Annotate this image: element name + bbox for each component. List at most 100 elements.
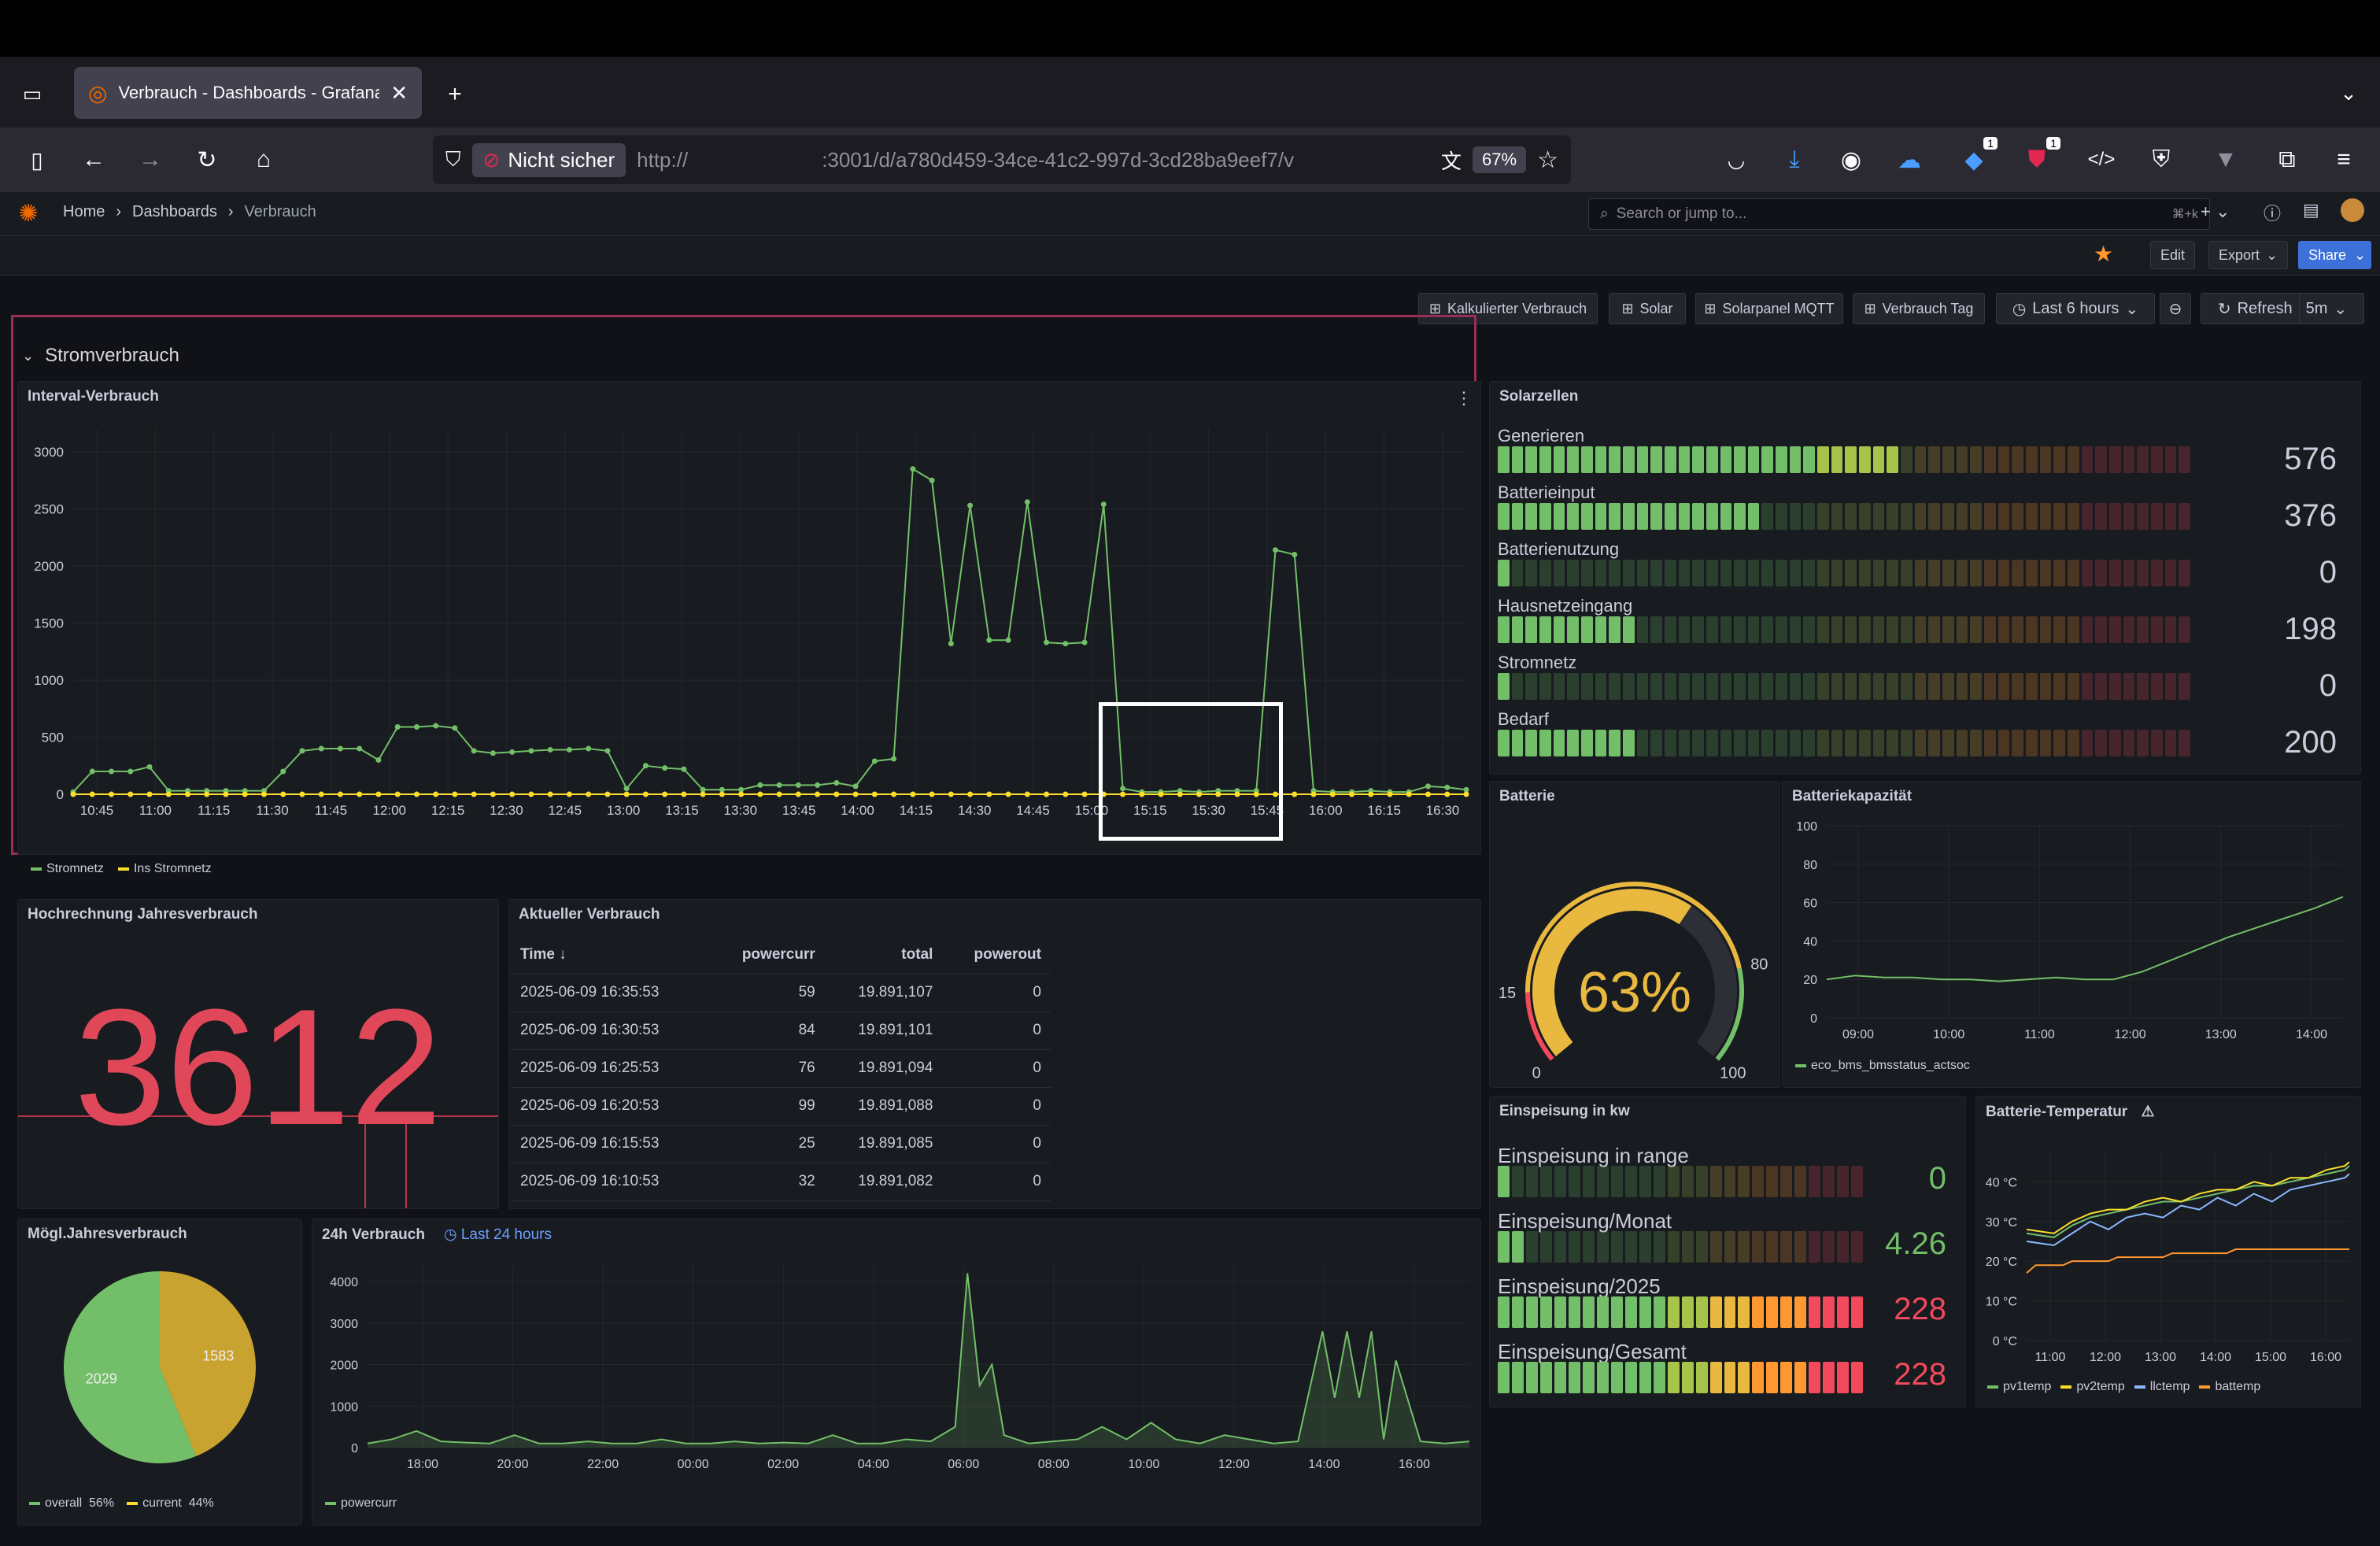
vue-devtools-icon[interactable]: ▼ xyxy=(2208,143,2243,176)
panel-menu-icon[interactable]: ⋮ xyxy=(1455,388,1473,409)
shield-icon[interactable]: ⛉ xyxy=(445,147,461,172)
extensions-puzzle-icon[interactable]: ⧉ xyxy=(2270,143,2304,176)
led-segment xyxy=(1724,1166,1736,1197)
table-row[interactable]: 2025-06-09 16:30:53 84 19.891,101 0 xyxy=(511,1012,1051,1050)
legend-item-battemp[interactable]: battemp xyxy=(2199,1380,2260,1394)
refresh-button[interactable]: ↻ Refresh 5m ⌄ xyxy=(2201,293,2364,324)
legend-item-pv1temp[interactable]: pv1temp xyxy=(1987,1380,2051,1394)
sync-cloud-icon[interactable]: ☁ xyxy=(1892,143,1927,176)
url-text[interactable]: http://:3001/d/a780d459-34ce-41c2-997d-3… xyxy=(637,148,1430,172)
table-row[interactable]: 2025-06-09 16:15:53 25 19.891,085 0 xyxy=(511,1125,1051,1163)
table-row[interactable]: 2025-06-09 16:25:53 76 19.891,094 0 xyxy=(511,1049,1051,1088)
panel-batterie[interactable]: Batterie 0 15 80 100 63% xyxy=(1489,781,1780,1088)
legend-item-llctemp[interactable]: llctemp xyxy=(2134,1380,2190,1394)
export-button[interactable]: Export ⌄ xyxy=(2208,241,2289,269)
pocket-icon[interactable]: ◡ xyxy=(1719,143,1754,176)
legend-item-pv2temp[interactable]: pv2temp xyxy=(2060,1380,2125,1394)
zoom-level[interactable]: 67% xyxy=(1473,146,1527,173)
chevron-down-icon[interactable]: ⌄ xyxy=(2330,76,2367,110)
h24-legend[interactable]: powercurr xyxy=(325,1496,397,1511)
link-verbrauch-tag[interactable]: ⊞ Verbrauch Tag xyxy=(1853,293,1985,324)
led-segment xyxy=(1956,730,1968,756)
link-solarpanel-mqtt[interactable]: ⊞ Solarpanel MQTT xyxy=(1695,293,1843,324)
legend-item-ins-stromnetz[interactable]: Ins Stromnetz xyxy=(117,862,212,876)
avatar[interactable] xyxy=(2341,198,2364,222)
add-menu-icon[interactable]: + ⌄ xyxy=(2201,202,2230,222)
led-segment xyxy=(1845,446,1857,473)
extension-bell-icon[interactable]: ◆ 1 xyxy=(1957,137,1998,176)
grafana-logo-icon[interactable]: ✺ xyxy=(8,197,49,230)
url-bar[interactable]: ⛉ ⊘ Nicht sicher http://:3001/d/a780d459-… xyxy=(433,135,1571,184)
table-cell: 0 xyxy=(942,974,1051,1012)
menu-icon[interactable]: ≡ xyxy=(2326,143,2361,176)
column-header-time[interactable]: Time ↓ xyxy=(511,936,709,975)
warning-icon[interactable]: ⚠ xyxy=(2141,1104,2154,1120)
share-button[interactable]: Share xyxy=(2298,241,2357,269)
home-icon[interactable]: ⌂ xyxy=(246,143,282,176)
legend-item-overall[interactable]: overall 56% xyxy=(29,1496,114,1511)
row-header[interactable]: ⌄ Stromverbrauch xyxy=(22,345,179,367)
devtools-icon[interactable]: </> xyxy=(2084,143,2119,176)
account-icon[interactable]: ◉ xyxy=(1834,143,1868,176)
sidebar-toggle-icon[interactable]: ▯ xyxy=(19,143,55,176)
legend-label: overall xyxy=(45,1496,83,1510)
news-icon[interactable]: ▤ xyxy=(2303,200,2319,220)
legend-swatch xyxy=(325,1501,336,1505)
reload-icon[interactable]: ↻ xyxy=(189,143,225,176)
panel-einspeisung[interactable]: Einspeisung in kw Einspeisung in range 0 E… xyxy=(1489,1096,1966,1407)
panel-moegl-jahresverbrauch[interactable]: Mögl.Jahresverbrauch 2029 1583 overall 56… xyxy=(17,1219,302,1526)
data-point xyxy=(357,745,363,752)
share-dropdown-icon[interactable]: ⌄ xyxy=(2349,241,2372,269)
new-tab-icon[interactable]: + xyxy=(438,77,472,112)
tab-list-icon[interactable]: ▭ xyxy=(16,77,49,110)
panel-aktueller-verbrauch[interactable]: Aktueller Verbrauch Time ↓ powercurr tot… xyxy=(508,899,1481,1209)
close-tab-icon[interactable]: ✕ xyxy=(390,81,408,105)
panel-24h-verbrauch[interactable]: 24h Verbrauch ◷ Last 24 hours 0 1000 2000 30… xyxy=(312,1219,1481,1526)
x-tick-label: 11:45 xyxy=(315,803,347,818)
edit-button[interactable]: Edit xyxy=(2150,241,2196,269)
search-input[interactable]: ⌕ Search or jump to... ⌘+k xyxy=(1588,198,2210,230)
kapazitaet-legend[interactable]: eco_bms_bmsstatus_actsoc xyxy=(1795,1059,1970,1073)
data-point xyxy=(604,748,611,754)
security-indicator[interactable]: ⊘ Nicht sicher xyxy=(471,142,626,177)
favorite-star-icon[interactable]: ★ xyxy=(2094,241,2113,267)
link-solar[interactable]: ⊞ Solar xyxy=(1609,293,1686,324)
panel-solarzellen[interactable]: Solarzellen Generieren 576 Batterieinput 37… xyxy=(1489,381,2361,775)
zoom-out-icon[interactable]: ⊖ xyxy=(2160,293,2191,324)
table-row[interactable]: 2025-06-09 16:35:53 59 19.891,107 0 xyxy=(511,974,1051,1012)
column-header-total[interactable]: total xyxy=(824,936,943,975)
led-segment xyxy=(2137,673,2149,700)
panel-batterie-temperatur[interactable]: Batterie-Temperatur ⚠ 0 °C 10 °C 20 °C 30 °… xyxy=(1975,1096,2361,1407)
column-header-powerout[interactable]: powerout xyxy=(942,936,1051,975)
data-point xyxy=(490,750,496,756)
legend-item-stromnetz[interactable]: Stromnetz xyxy=(31,862,104,876)
downloads-icon[interactable]: ⤓ xyxy=(1777,143,1812,176)
translate-icon[interactable]: 文 xyxy=(1441,146,1462,175)
led-segment xyxy=(2150,616,2163,643)
time-range-picker[interactable]: ◷ Last 6 hours ⌄ xyxy=(1996,293,2155,324)
led-segment xyxy=(1539,1231,1552,1263)
temperatur-legend: pv1temp pv2temp llctemp battemp xyxy=(1987,1380,2260,1394)
x-tick-label: 20:00 xyxy=(497,1458,529,1471)
breadcrumb-home[interactable]: Home xyxy=(63,203,105,221)
legend-item-current[interactable]: current 44% xyxy=(127,1496,214,1511)
breadcrumb-dashboards[interactable]: Dashboards xyxy=(132,203,217,221)
privacy-shield-icon[interactable]: ⛨ xyxy=(2144,143,2179,176)
led-segment xyxy=(1761,560,1774,586)
ublock-icon[interactable]: ⛊ 1 xyxy=(2020,137,2060,176)
panel-hochrechnung[interactable]: Hochrechnung Jahresverbrauch 3612 xyxy=(17,899,499,1209)
led-segment xyxy=(1567,673,1579,700)
led-segment xyxy=(1831,446,1843,473)
table-row[interactable]: 2025-06-09 16:10:53 32 19.891,082 0 xyxy=(511,1163,1051,1201)
forward-icon[interactable]: → xyxy=(132,143,168,176)
column-header-powercurr[interactable]: powercurr xyxy=(708,936,825,975)
led-segment xyxy=(1525,446,1537,473)
panel-batteriekapazitaet[interactable]: Batteriekapazität 0 20 40 60 80 100 09:00 10:00… xyxy=(1782,781,2361,1088)
table-row[interactable]: 2025-06-09 16:20:53 99 19.891,088 0 xyxy=(511,1087,1051,1126)
x-tick-label: 04:00 xyxy=(858,1458,889,1471)
led-bar xyxy=(1498,1296,1864,1328)
back-icon[interactable]: ← xyxy=(76,143,112,176)
help-icon[interactable]: ⓘ xyxy=(2264,200,2281,225)
browser-tab[interactable]: ◎ Verbrauch - Dashboards - Grafana ✕ xyxy=(74,67,422,119)
bookmark-star-icon[interactable]: ☆ xyxy=(1537,146,1558,174)
